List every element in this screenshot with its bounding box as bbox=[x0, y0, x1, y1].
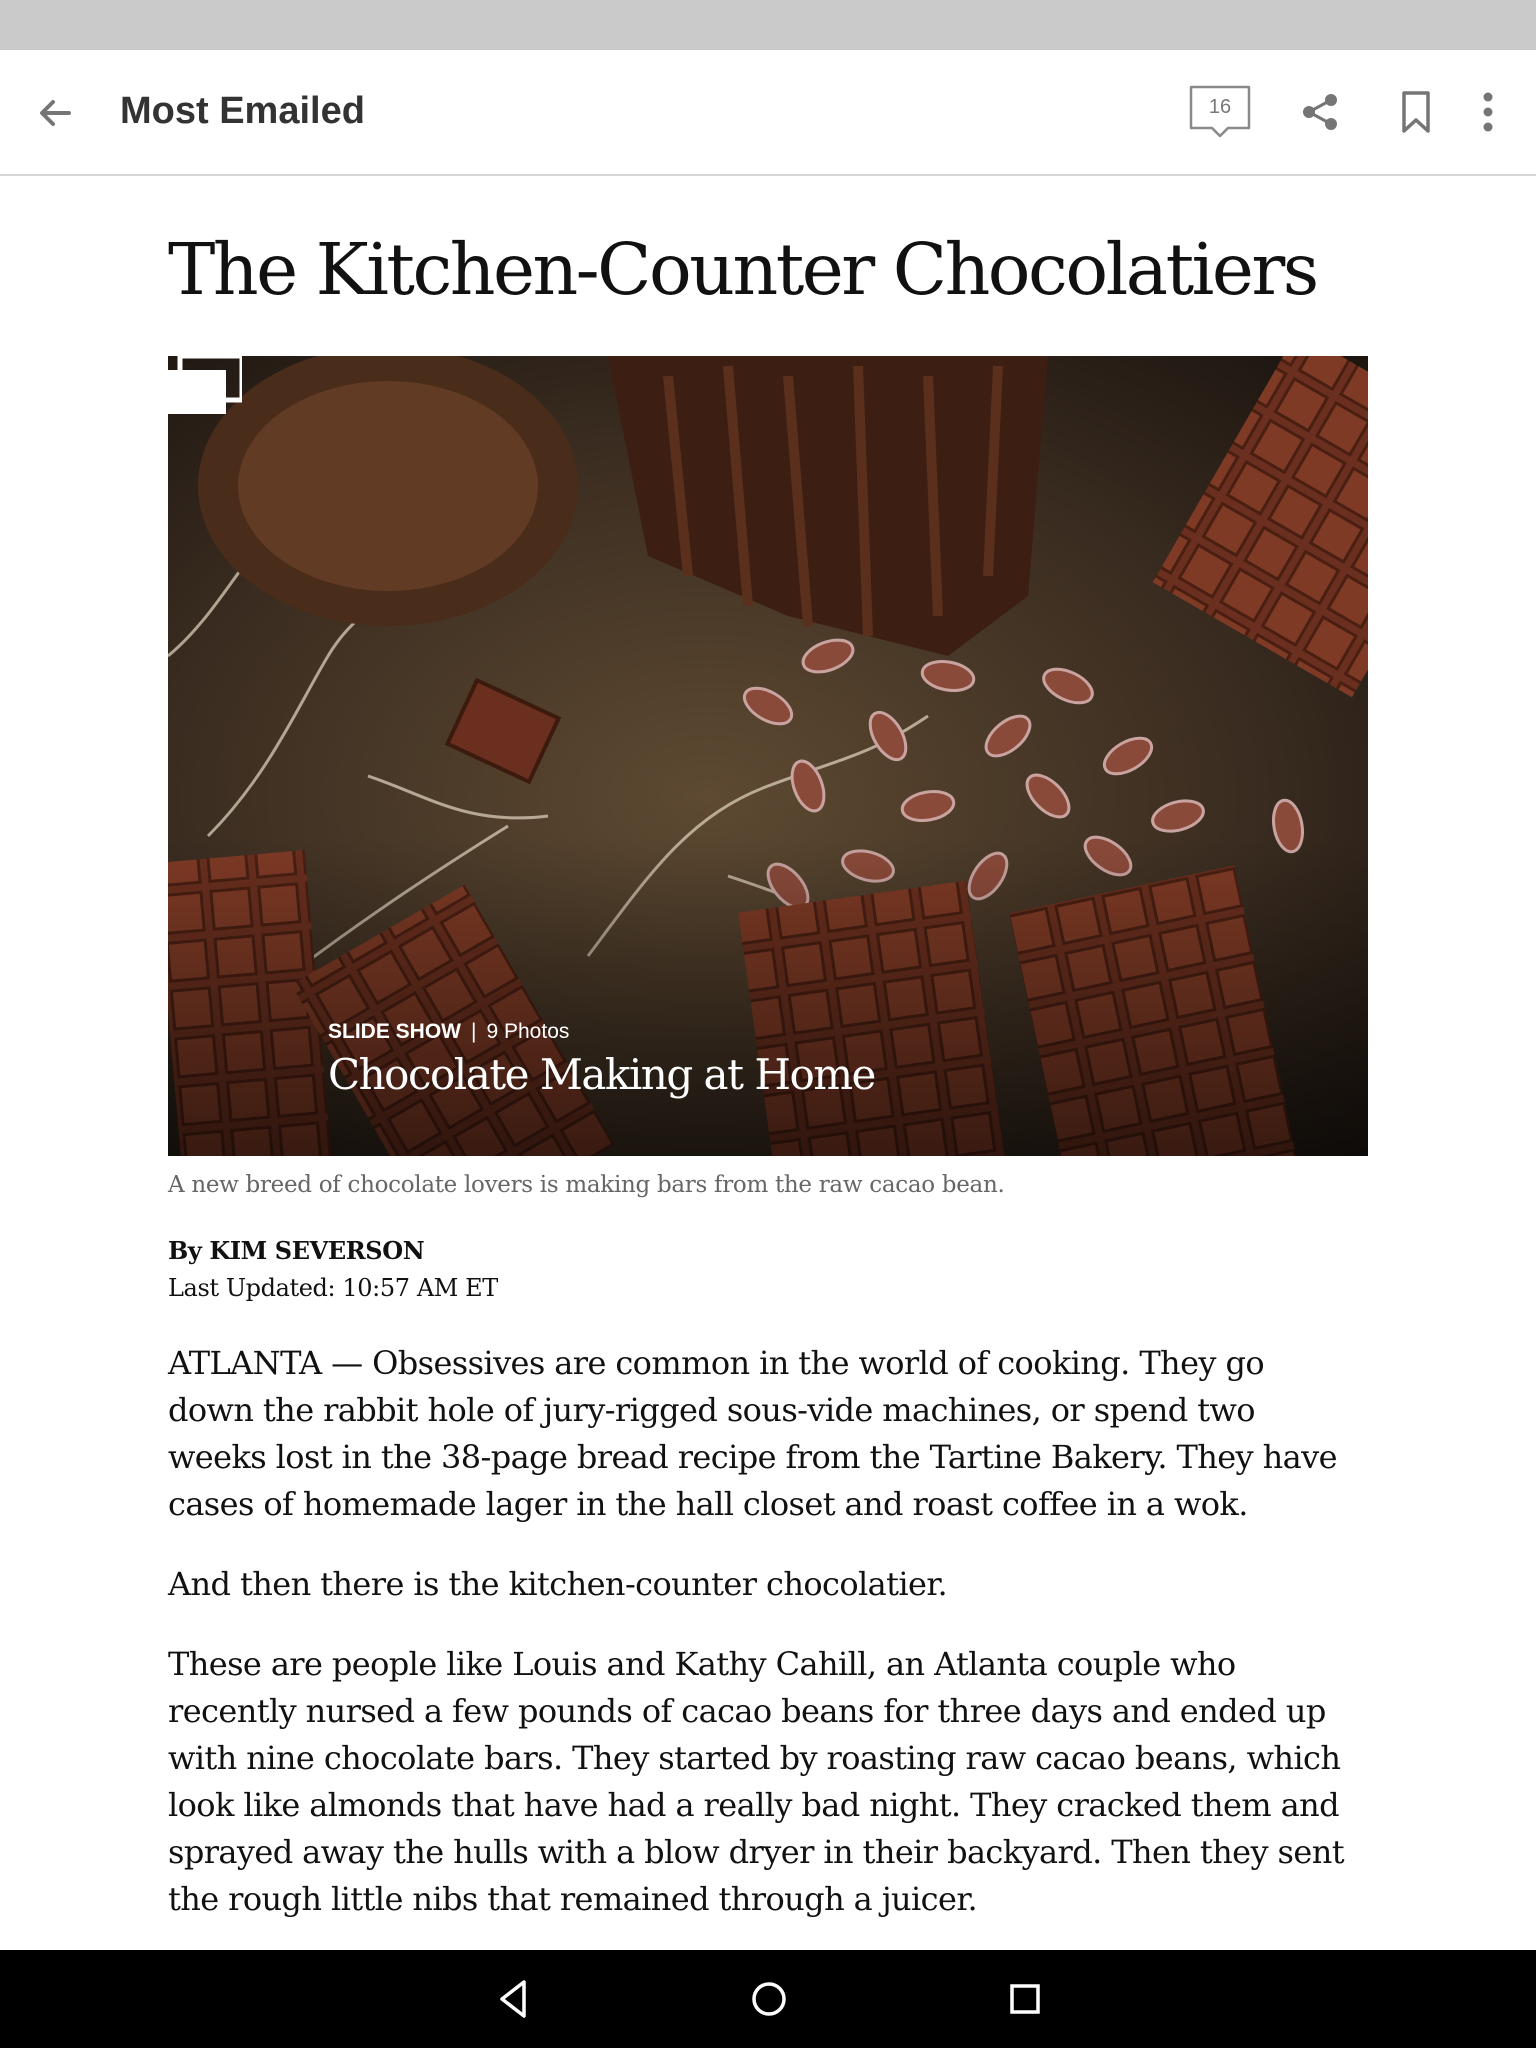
slideshow-title[interactable]: Chocolate Making at Home bbox=[328, 1050, 876, 1099]
hero-slideshow[interactable]: SLIDE SHOW | 9 Photos Chocolate Making at … bbox=[168, 356, 1368, 1156]
article-paragraph: And then there is the kitchen-counter ch… bbox=[168, 1565, 948, 1603]
article-paragraph: These are people like Louis and Kathy Ca… bbox=[168, 1645, 1345, 1918]
article-paragraph: ATLANTA — Obsessives are common in the w… bbox=[168, 1344, 1338, 1523]
slideshow-separator: | bbox=[471, 1020, 477, 1043]
nav-recents-button[interactable] bbox=[1000, 1974, 1050, 2024]
more-options-button[interactable] bbox=[1472, 80, 1504, 144]
comment-count: 16 bbox=[1208, 96, 1232, 118]
nav-home-button[interactable] bbox=[744, 1974, 794, 2024]
more-vert-icon bbox=[1483, 92, 1493, 132]
back-button[interactable] bbox=[30, 88, 80, 138]
share-icon bbox=[1303, 94, 1337, 130]
bookmark-icon bbox=[1402, 91, 1430, 133]
slideshow-icon bbox=[168, 356, 242, 414]
slideshow-label: SLIDE SHOW bbox=[328, 1020, 462, 1043]
section-title: Most Emailed bbox=[120, 90, 365, 132]
share-button[interactable] bbox=[1294, 80, 1346, 144]
bookmark-button[interactable] bbox=[1390, 80, 1442, 144]
system-nav-bar bbox=[0, 1950, 1536, 2048]
last-updated: Last Updated: 10:57 AM ET bbox=[168, 1274, 498, 1302]
comments-button[interactable]: 16 bbox=[1188, 80, 1258, 144]
back-arrow-icon bbox=[40, 100, 71, 126]
nav-back-icon bbox=[500, 1980, 526, 2018]
article-headline: The Kitchen-Counter Chocolatiers bbox=[168, 228, 1319, 311]
photo-count: 9 Photos bbox=[486, 1020, 570, 1043]
slideshow-meta: SLIDE SHOW | 9 Photos bbox=[328, 1020, 569, 1044]
status-bar bbox=[0, 0, 1536, 50]
nav-home-icon bbox=[752, 1982, 786, 2016]
app-bar: Most Emailed 16 bbox=[0, 50, 1536, 176]
byline[interactable]: By KIM SEVERSON bbox=[168, 1236, 425, 1265]
hero-gradient-overlay bbox=[168, 836, 1368, 1156]
nav-recents-icon bbox=[1010, 1984, 1040, 2014]
photo-caption: A new breed of chocolate lovers is makin… bbox=[168, 1172, 1005, 1198]
article-body: ATLANTA — Obsessives are common in the w… bbox=[168, 1340, 1348, 1956]
nav-back-button[interactable] bbox=[488, 1974, 538, 2024]
